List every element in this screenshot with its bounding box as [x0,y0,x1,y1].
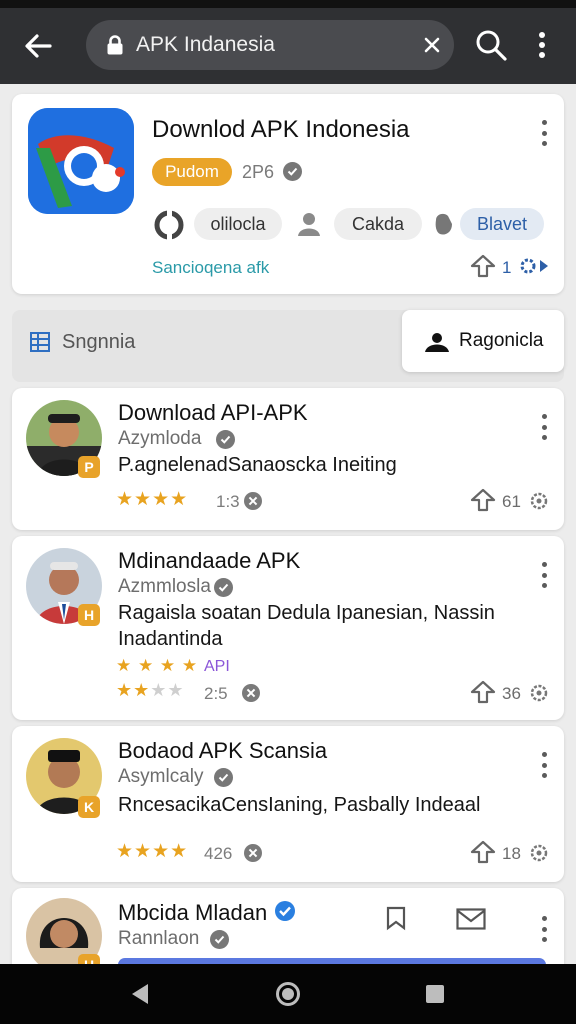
verified-icon [283,162,302,181]
chip-blavet[interactable]: Blavet [460,208,544,240]
result-description-line2: Inadantinda [118,628,223,650]
share-icon[interactable] [470,840,496,864]
share-icon[interactable] [470,680,496,704]
verified-blue-icon [275,901,295,921]
share-count: 1 [502,258,512,277]
gear-icon[interactable] [528,682,550,704]
app-title[interactable]: Downlod APK Indonesia [152,116,410,144]
top-app-bar: APK Indanesia [0,8,576,84]
section-bar: Sngnnia Ragonicla [12,310,564,382]
section-action-label: Ragonicla [459,330,544,351]
verified-icon [210,930,229,949]
nav-home-icon[interactable] [276,982,300,1006]
bookmark-icon[interactable] [384,904,408,932]
search-input[interactable]: APK Indanesia [136,33,275,57]
result-title[interactable]: Bodaod APK Scansia [118,738,327,764]
share-count: 18 [502,844,521,863]
share-icon[interactable] [470,488,496,512]
status-bar [0,0,576,8]
nav-back-icon[interactable] [130,983,150,1005]
user-icon [298,213,320,236]
dismiss-icon[interactable] [244,844,262,862]
result-card[interactable]: P Download API-APK Azymloda P.agnelenadS… [12,388,564,530]
result-author[interactable]: Rannlaon [118,928,199,950]
featured-app-card[interactable]: Downlod APK Indonesia Pudom 2P6 olilocla… [12,94,564,294]
result-description: Ragaisla soatan Dedula Ipanesian, Nassin [118,602,495,624]
more-options-icon[interactable] [540,120,548,146]
back-arrow-icon[interactable] [20,30,56,62]
app-count: 2P6 [242,162,275,182]
settings-icon[interactable] [518,256,550,276]
chip-cakda[interactable]: Cakda [334,208,422,240]
result-card[interactable]: K Bodaod APK Scansia Asymlcaly Rncesacik… [12,726,564,882]
more-options-icon[interactable] [540,414,548,440]
search-field[interactable]: APK Indanesia [86,20,454,70]
category-badge: Pudom [152,158,232,186]
result-author[interactable]: Azmmlosla [118,576,211,598]
avatar-badge: H [78,604,100,626]
result-card[interactable]: H Mdinandaade APK Azmmlosla Ragaisla soa… [12,536,564,720]
verified-icon [214,768,233,787]
result-title[interactable]: Mdinandaade APK [118,548,300,574]
share-icon[interactable] [470,254,496,278]
system-nav-bar [0,964,576,1024]
rating-value: 426 [204,844,233,863]
nav-recent-icon[interactable] [426,985,444,1003]
person-icon [425,333,449,352]
rating-value: 1:3 [216,492,240,511]
avatar-badge: K [78,796,100,818]
hand-icon [435,213,452,235]
clear-icon[interactable] [420,33,444,57]
grid-icon [30,332,50,352]
app-icon[interactable] [28,108,134,214]
app-link[interactable]: Sancioqena afk [152,258,269,278]
star-rating: ★★★★ [116,489,189,510]
api-label: API [204,658,230,675]
more-options-icon[interactable] [540,562,548,588]
result-title[interactable]: Mbcida Mladan [118,900,267,926]
more-options-icon[interactable] [540,916,548,942]
avatar-badge: P [78,456,100,478]
dismiss-icon[interactable] [244,492,262,510]
gear-icon[interactable] [528,842,550,864]
star-rating: ★★★★ [116,841,189,862]
mail-icon[interactable] [456,908,486,930]
dismiss-icon[interactable] [242,684,260,702]
star-rating-top: ★ ★ ★ ★ [116,656,199,675]
ring-icon [154,210,184,240]
result-author[interactable]: Azymloda [118,428,201,450]
share-count: 61 [502,492,521,511]
lock-icon [107,35,123,55]
result-author[interactable]: Asymlcaly [118,766,204,788]
search-icon[interactable] [474,28,508,62]
more-vert-icon[interactable] [530,30,554,60]
section-action-button[interactable]: Ragonicla [402,310,564,372]
rating-value: 2:5 [204,684,228,703]
section-label: Sngnnia [62,331,136,353]
more-options-icon[interactable] [540,752,548,778]
result-title[interactable]: Download API-APK [118,400,308,426]
verified-icon [216,430,235,449]
verified-icon [214,578,233,597]
result-description: P.agnelenadSanaoscka Ineiting [118,454,397,476]
chip-olilocla[interactable]: olilocla [194,208,282,240]
gear-icon[interactable] [528,490,550,512]
result-description: RncesacikaCensIaning, Pasbally Indeaal [118,794,481,816]
share-count: 36 [502,684,521,703]
star-rating: ★★★★ [116,680,185,700]
